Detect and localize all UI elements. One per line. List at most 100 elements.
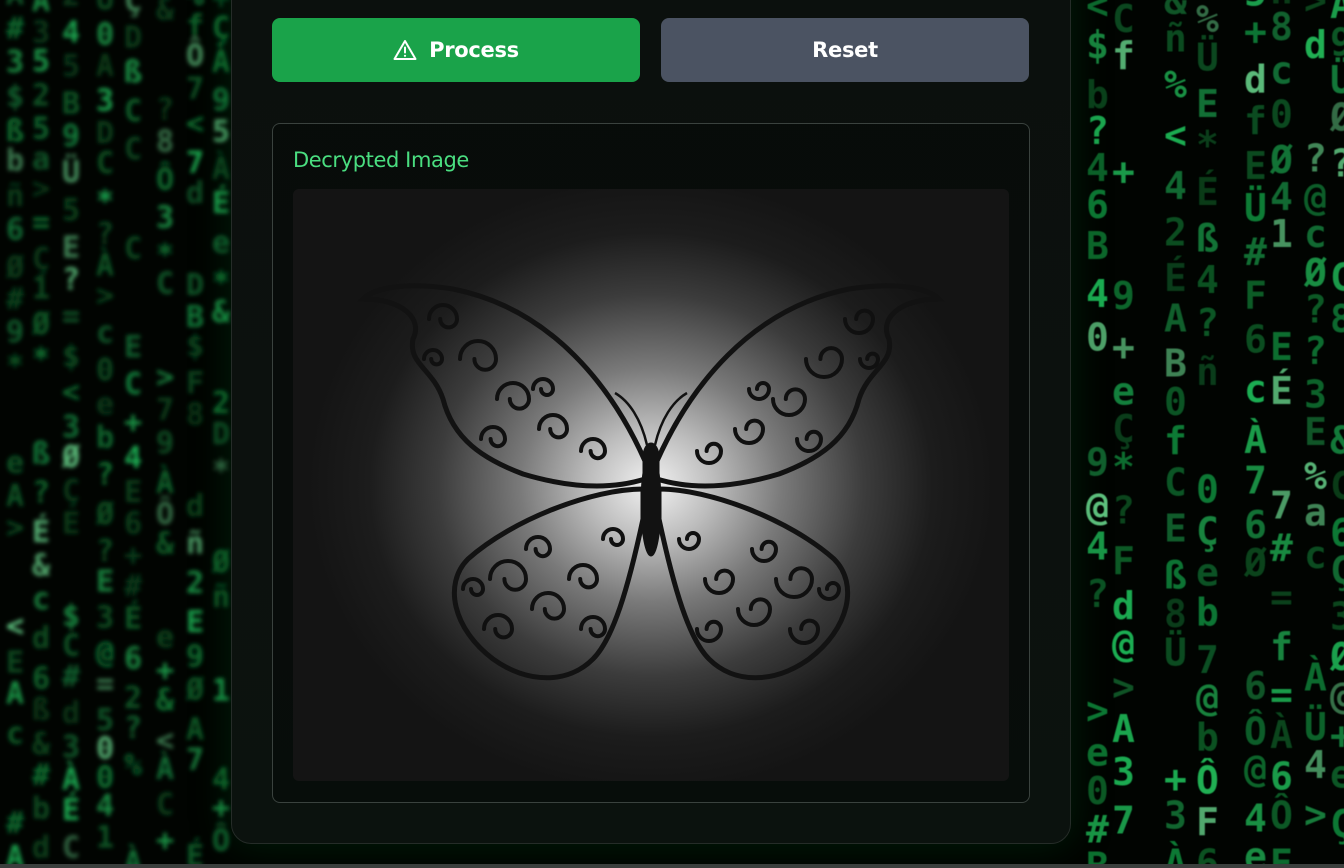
matrix-glyph: 3 [1330,594,1344,638]
matrix-glyph: $ [1086,23,1109,67]
matrix-glyph: e [6,445,24,480]
matrix-glyph: C [124,367,142,402]
matrix-glyph: @ [1112,621,1135,665]
matrix-glyph: ? [62,263,80,298]
matrix-glyph: F [1244,273,1267,317]
matrix-glyph: & [156,0,175,27]
matrix-glyph: C [124,232,142,267]
matrix-glyph: * [96,184,114,219]
matrix-glyph: Ü [1164,630,1187,674]
matrix-glyph: B [62,86,80,121]
matrix-glyph: 4 [1086,272,1109,316]
process-button[interactable]: Process [272,18,640,82]
matrix-glyph: C [62,628,80,663]
wing-swirl [422,348,445,367]
matrix-glyph: * [32,342,50,377]
matrix-glyph: 0 [1086,769,1109,813]
matrix-glyph: 9 [1086,441,1109,485]
matrix-glyph: 3 [96,601,114,636]
matrix-glyph: + [124,405,142,440]
matrix-glyph: f [1164,419,1187,463]
decrypted-image [293,189,1009,781]
matrix-glyph: B [1164,342,1187,386]
matrix-glyph: A [96,49,114,84]
matrix-glyph: Ü [1196,35,1219,79]
matrix-glyph: C [124,132,142,167]
matrix-glyph: > [1304,0,1327,22]
matrix-glyph: D [124,20,142,55]
matrix-glyph: @ [1196,676,1219,720]
matrix-glyph: 4 [124,441,142,476]
matrix-glyph: 2 [62,0,80,13]
matrix-glyph: > [1112,665,1135,709]
wing-swirl [479,425,508,449]
matrix-glyph: > [6,510,24,545]
matrix-glyph: Ô [156,161,174,198]
wing-swirl [804,346,845,379]
matrix-glyph: C [156,266,174,301]
matrix-glyph: 4 [96,789,114,824]
wing-swirl [530,591,567,621]
matrix-glyph: + [1112,149,1135,193]
matrix-glyph: E [1270,325,1293,369]
matrix-glyph: 5 [212,114,230,149]
matrix-glyph: E [6,645,24,680]
matrix-glyph: $ [62,340,80,375]
matrix-glyph: < [186,106,204,141]
matrix-glyph: c [1304,533,1327,577]
matrix-glyph: ñ [186,526,204,561]
matrix-glyph: ? [1304,288,1327,332]
matrix-glyph: 6 [6,213,24,248]
matrix-glyph: 3 [6,45,24,80]
matrix-glyph: 7 [186,72,204,107]
wing-swirl [488,559,529,592]
matrix-glyph: ß [1196,216,1219,260]
matrix-glyph: A [6,479,24,514]
matrix-glyph: b [96,421,114,456]
matrix-glyph: % [1164,63,1187,107]
matrix-glyph: 8 [1270,5,1293,49]
matrix-glyph: @ [96,635,114,670]
matrix-glyph: ? [32,475,50,510]
matrix-glyph: 1 [212,673,230,708]
reset-button[interactable]: Reset [661,18,1029,82]
matrix-glyph: 7 [1244,458,1267,502]
matrix-glyph: f [1244,99,1267,143]
matrix-glyph: 9 [62,119,80,154]
matrix-glyph: 3 [156,201,174,236]
matrix-glyph: d [1244,57,1267,101]
matrix-glyph: 3 [1112,750,1135,794]
matrix-glyph: $ [186,329,204,364]
matrix-glyph: c [1244,367,1267,411]
wing-swirl [495,381,532,411]
matrix-glyph: É [1164,256,1187,300]
matrix-glyph: d [32,831,50,866]
matrix-glyph: Ô [1196,758,1219,802]
matrix-glyph: = [1270,575,1293,619]
matrix-glyph: & [1330,418,1344,462]
matrix-glyph: À [156,751,174,787]
matrix-glyph: 0 [1164,380,1187,424]
matrix-glyph: Ø [61,440,80,475]
matrix-glyph: 1 [32,271,50,306]
matrix-glyph: 7 [186,743,204,778]
wing-swirl [817,581,842,601]
matrix-glyph: ? [124,711,142,746]
matrix-glyph: É [62,792,80,828]
matrix-glyph: ñ [1196,350,1219,394]
matrix-glyph: Ø [31,307,50,342]
matrix-glyph: > [156,360,174,395]
matrix-glyph: ß [32,436,50,471]
matrix-glyph: C [156,787,174,822]
matrix-glyph: & [32,549,51,584]
matrix-glyph: 4 [1164,164,1187,208]
matrix-glyph: F [186,366,204,401]
matrix-glyph: c [96,315,114,350]
matrix-glyph: 7 [156,393,174,428]
matrix-glyph: É [1270,369,1293,413]
matrix-glyph: 6 [32,661,50,696]
matrix-glyph: # [6,806,24,841]
matrix-glyph: Ø [1243,541,1267,585]
matrix-glyph: # [124,569,142,604]
matrix-glyph: 6 [1244,318,1267,362]
